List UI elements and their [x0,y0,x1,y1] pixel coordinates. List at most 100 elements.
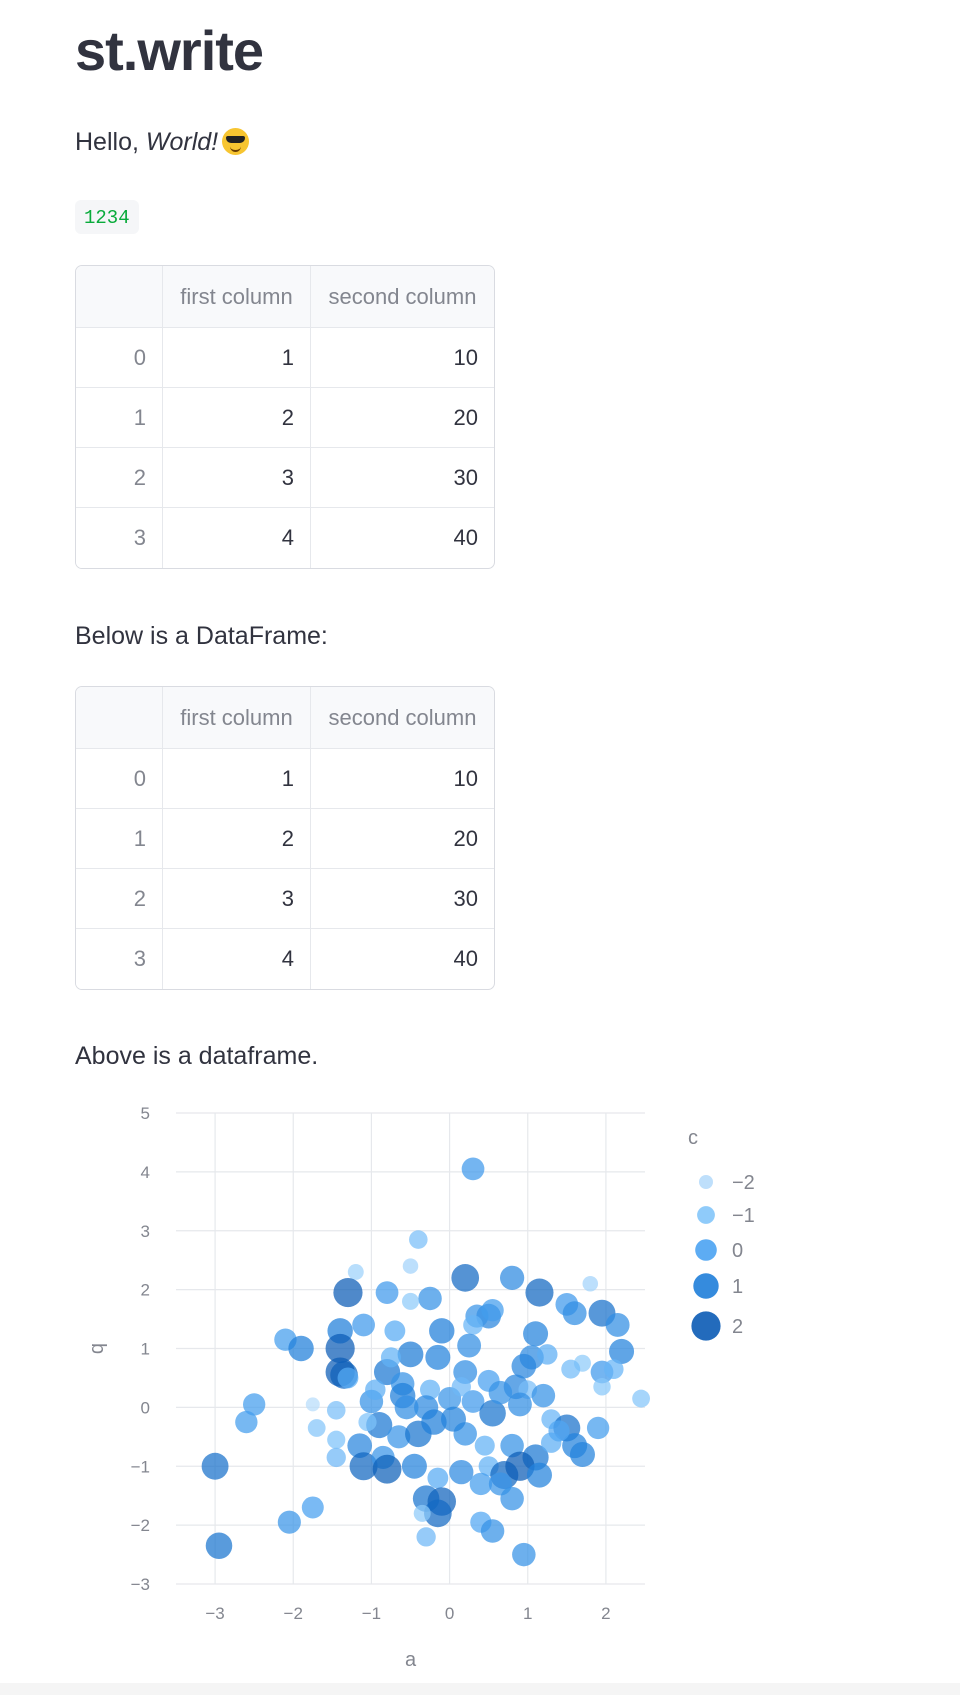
table-cell[interactable]: 1 [163,749,311,809]
table-cell[interactable]: 4 [163,508,311,568]
sunglasses-emoji-icon [222,128,250,155]
scatter-point [453,1360,478,1384]
y-tick-label: −2 [131,1516,150,1535]
legend-title: c [688,1127,698,1149]
table-cell[interactable]: 3 [163,448,311,508]
table-cell[interactable]: 10 [311,328,494,388]
scatter-point [488,1380,513,1405]
table-cell[interactable]: 10 [311,749,494,809]
scatter-point [453,1422,477,1446]
table-cell[interactable]: 3 [163,869,311,929]
scatter-point [519,1345,544,1370]
scatter-point [402,1258,419,1274]
dataframe-table-2[interactable]: first column second column 0 1 10 1 2 20 233… [75,686,495,990]
scatter-point [372,1454,402,1484]
scatter-point [481,1299,504,1322]
table-row: 2 3 30 [76,448,494,508]
table-cell[interactable]: 4 [163,929,311,989]
scatter-point [418,1286,442,1311]
scatter-point [414,1395,439,1420]
scatter-point [380,1347,401,1368]
bottom-bar [0,1683,960,1695]
column-header-second[interactable]: second column [311,687,494,749]
scatter-point [438,1386,462,1411]
table-header-row: first column second column [76,266,494,328]
scatter-point [326,1401,346,1420]
scatter-point [477,1369,500,1392]
scatter-point [562,1433,588,1459]
table-cell[interactable]: 40 [311,508,494,568]
scatter-point [429,1318,455,1344]
table-cell[interactable]: 2 [163,388,311,448]
scatter-point [457,1333,482,1358]
scatter-point [242,1393,266,1416]
scatter-point [573,1354,591,1372]
hello-prefix: Hello, [75,128,146,156]
scatter-point [526,1462,552,1488]
scatter-point [205,1532,233,1560]
scatter-point [474,1435,495,1456]
scatter-point [593,1378,611,1396]
scatter-point [305,1397,320,1412]
scatter-point [412,1485,440,1512]
table-row: 0 1 10 [76,328,494,388]
scatter-point [288,1335,314,1362]
scatter-point [531,1383,556,1408]
scatter-point [371,1445,395,1469]
table-cell[interactable]: 20 [311,388,494,448]
y-tick-label: 3 [141,1222,150,1241]
x-tick-label: 2 [601,1604,610,1623]
table-cell[interactable]: 20 [311,809,494,869]
y-tick-label: 0 [141,1398,150,1417]
scatter-point [500,1486,524,1511]
scatter-point [358,1413,377,1432]
scatter-point [512,1542,536,1567]
row-index: 0 [76,749,163,809]
table-cell[interactable]: 30 [311,869,494,929]
column-header-first[interactable]: first column [163,687,311,749]
legend-label: −2 [732,1172,755,1194]
scatter-point [590,1360,614,1384]
scatter-point [384,1320,406,1342]
table-row: 2 3 30 [76,869,494,929]
table-cell[interactable]: 1 [163,328,311,388]
row-index: 3 [76,929,163,989]
table-row: 1 2 20 [76,388,494,448]
row-index: 3 [76,508,163,568]
scatter-point [301,1496,324,1519]
table-cell[interactable]: 30 [311,448,494,508]
y-tick-label: 1 [141,1340,150,1359]
scatter-point [425,1344,451,1370]
scatter-point [503,1374,529,1400]
scatter-point [405,1420,432,1448]
caption-above: Above is a dataframe. [75,1042,319,1070]
dataframe-table-1[interactable]: first column second column 0 1 10 1 2 20 233… [75,265,495,569]
y-tick-label: 2 [141,1281,150,1300]
legend-label: 2 [732,1316,743,1338]
scatter-point [387,1425,411,1449]
x-axis-label: a [405,1649,417,1671]
scatter-point [609,1338,635,1364]
table-cell[interactable]: 2 [163,809,311,869]
row-index: 2 [76,869,163,929]
scatter-point [277,1510,301,1534]
column-header-second[interactable]: second column [311,266,494,328]
scatter-point [499,1265,525,1290]
legend-symbol [699,1175,713,1189]
y-tick-label: −3 [131,1575,150,1594]
scatter-point [394,1395,419,1420]
table-cell[interactable]: 40 [311,929,494,989]
scatter-point [500,1433,524,1458]
scatter-point [582,1275,599,1292]
legend-symbol [693,1273,719,1299]
scatter-point [586,1416,610,1440]
scatter-point [397,1341,424,1368]
scatter-point [359,1389,384,1414]
row-index: 2 [76,448,163,508]
row-index: 1 [76,809,163,869]
column-header-first[interactable]: first column [163,266,311,328]
scatter-point [478,1456,499,1477]
table-header-row: first column second column [76,687,494,749]
legend-label: 1 [732,1276,743,1298]
legend-label: −1 [732,1205,755,1227]
